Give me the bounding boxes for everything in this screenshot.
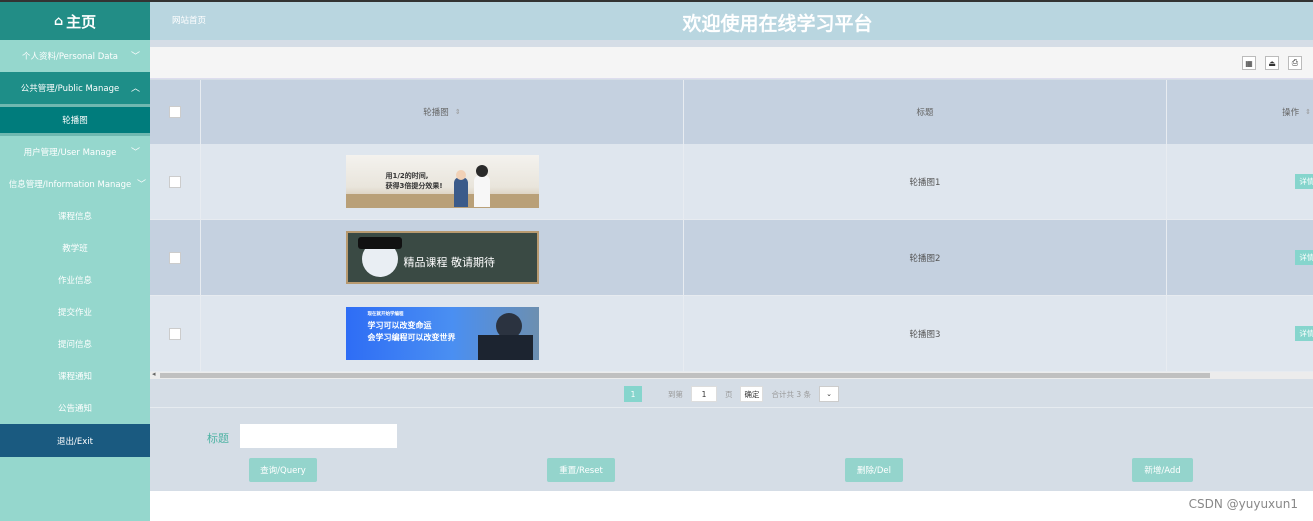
sidebar-item-submit-homework[interactable]: 提交作业 [0, 296, 150, 328]
scroll-left-icon[interactable]: ◂ [152, 370, 156, 378]
sidebar-item-public-manage[interactable]: 公共管理/Public Manage ︿ [0, 72, 150, 104]
sort-icon[interactable]: ⇕ [455, 108, 461, 116]
home-link[interactable]: ⌂ 主页 [0, 0, 150, 40]
search-panel: 标题 查询/Query 重置/Reset 删除/Del 新增/Add [150, 407, 1313, 491]
watermark: CSDN @yuyuxun1 [1188, 497, 1298, 511]
scroll-thumb[interactable] [160, 373, 1210, 378]
detail-button[interactable]: 详情/Detail [1295, 326, 1313, 341]
chevron-down-icon: ﹀ [130, 52, 140, 62]
confirm-page-button[interactable]: 确定 [740, 386, 764, 402]
column-header-title: 标题 [916, 108, 934, 118]
sidebar-item-carousel[interactable]: 轮播图 [0, 104, 150, 136]
export-icon[interactable]: ⏏ [1265, 56, 1279, 70]
row-title: 轮播图1 [909, 177, 941, 188]
table-row: 精品课程 敬请期待 轮播图2 详情/Detail [150, 220, 1313, 296]
carousel-image: 精品课程 敬请期待 [345, 231, 539, 284]
sidebar-item-homework-info[interactable]: 作业信息 [0, 264, 150, 296]
delete-button[interactable]: 删除/Del [845, 458, 903, 482]
sidebar-item-user-manage[interactable]: 用户管理/User Manage ﹀ [0, 136, 150, 168]
sidebar-item-announcement[interactable]: 公告通知 [0, 392, 150, 424]
top-header: 网站首页 欢迎使用在线学习平台 [150, 0, 1313, 40]
detail-button[interactable]: 详情/Detail [1295, 250, 1313, 265]
page-title: 欢迎使用在线学习平台 [682, 13, 873, 35]
table-header: 轮播图 ⇕ 标题 操作 ⇕ [150, 80, 1313, 144]
row-title: 轮播图2 [909, 253, 941, 264]
pagination: 1 到第 1 页 确定 合计共 3 条 ⌄ [150, 381, 1313, 407]
columns-icon[interactable]: ▦ [1242, 56, 1256, 70]
title-search-input[interactable] [240, 424, 397, 448]
select-all-checkbox[interactable] [169, 106, 181, 118]
table-toolbar: ▦ ⏏ ⎙ [150, 47, 1313, 79]
total-count: 合计共 3 条 [771, 389, 812, 399]
title-search-label: 标题 [207, 432, 229, 445]
sidebar-item-course-notice[interactable]: 课程通知 [0, 360, 150, 392]
sidebar-item-personal-data[interactable]: 个人资料/Personal Data ﹀ [0, 40, 150, 72]
row-title: 轮播图3 [909, 329, 941, 340]
sidebar-item-information-manage[interactable]: 信息管理/Information Manage ﹀ [0, 168, 150, 200]
detail-button[interactable]: 详情/Detail [1295, 174, 1313, 189]
home-label: 主页 [66, 12, 97, 31]
data-table: 轮播图 ⇕ 标题 操作 ⇕ 用1/2的时间, 获得3倍提分效果! 轮播图1 详情… [150, 80, 1313, 372]
table-row: 用1/2的时间, 获得3倍提分效果! 轮播图1 详情/Detail [150, 144, 1313, 220]
page-number-button[interactable]: 1 [623, 386, 642, 402]
row-checkbox[interactable] [169, 175, 181, 188]
carousel-image: 用1/2的时间, 获得3倍提分效果! [345, 155, 539, 208]
row-checkbox[interactable] [169, 251, 181, 264]
sidebar-item-exit[interactable]: 退出/Exit [0, 424, 150, 457]
column-header-actions: 操作 [1282, 108, 1300, 118]
chevron-down-icon: ﹀ [130, 148, 140, 158]
column-header-carousel[interactable]: 轮播图 [423, 106, 449, 118]
main-content: ▦ ⏏ ⎙ 轮播图 ⇕ 标题 操作 ⇕ 用1/2的时间, 获得3倍提分效果! 轮… [150, 40, 1313, 491]
row-checkbox[interactable] [169, 327, 181, 340]
goto-label: 到第 [667, 389, 683, 399]
sidebar-item-questions[interactable]: 提问信息 [0, 328, 150, 360]
sidebar-item-class[interactable]: 教学班 [0, 232, 150, 264]
table-row: 现在就开始学编程 学习可以改变命运 会学习编程可以改变世界 轮播图3 详情/De… [150, 296, 1313, 372]
horizontal-scrollbar[interactable]: ◂ [150, 370, 1313, 379]
sidebar-item-course-info[interactable]: 课程信息 [0, 200, 150, 232]
reset-button[interactable]: 重置/Reset [547, 458, 615, 482]
page-size-select[interactable]: ⌄ [819, 386, 840, 402]
chevron-down-icon: ﹀ [136, 180, 146, 190]
print-icon[interactable]: ⎙ [1288, 56, 1302, 70]
add-button[interactable]: 新增/Add [1132, 458, 1193, 482]
goto-page-input[interactable]: 1 [690, 386, 717, 402]
carousel-image: 现在就开始学编程 学习可以改变命运 会学习编程可以改变世界 [345, 307, 539, 360]
page-unit-label: 页 [724, 389, 733, 399]
sort-icon[interactable]: ⇕ [1305, 108, 1311, 116]
chevron-up-icon: ︿ [130, 84, 140, 94]
home-icon: ⌂ [53, 13, 64, 29]
query-button[interactable]: 查询/Query [249, 458, 317, 482]
sidebar: ⌂ 主页 个人资料/Personal Data ﹀ 公共管理/Public Ma… [0, 0, 150, 521]
